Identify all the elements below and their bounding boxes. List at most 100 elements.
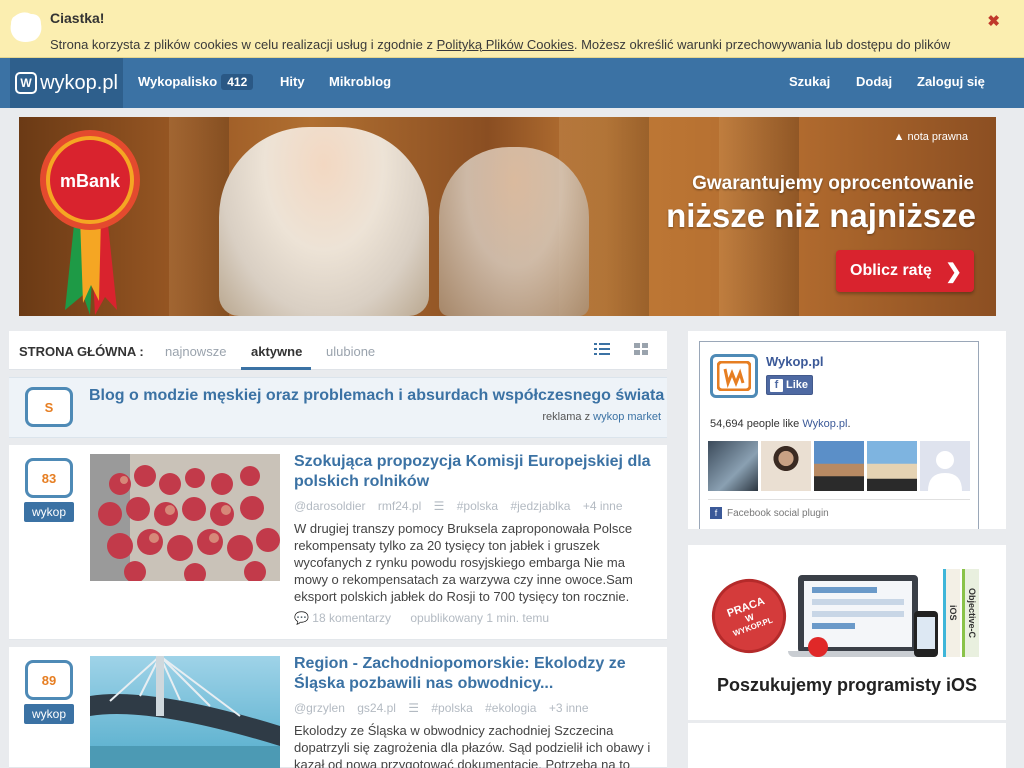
entry-source-link[interactable]: gs24.pl: [357, 701, 396, 715]
logo-text: wykop.pl: [40, 71, 118, 94]
cookie-title: Ciastka!: [50, 10, 105, 26]
default-avatar-icon: [928, 451, 962, 491]
wykop-vote-button[interactable]: wykop: [24, 704, 74, 724]
job-stamp: PRACA W WYKOP.PL: [701, 568, 797, 664]
grid-view-icon[interactable]: [633, 342, 649, 356]
facebook-like-button[interactable]: f Like: [766, 375, 813, 395]
listing-tabs: STRONA GŁÓWNA : najnowsze aktywne ulubio…: [9, 331, 667, 370]
entry-tag-link[interactable]: #polska: [457, 499, 498, 513]
tag-icon: ☰: [433, 499, 445, 513]
entry-published: opublikowany 1 min. temu: [410, 611, 550, 625]
cookie-text-before: Strona korzysta z plików cookies w celu …: [50, 37, 437, 52]
nav-mikroblog[interactable]: Mikroblog: [329, 74, 391, 89]
facebook-plugin-footer: f Facebook social plugin: [710, 507, 829, 519]
entry-more-tags[interactable]: +4 inne: [583, 499, 623, 513]
cookie-policy-link[interactable]: Polityką Plików Cookies: [437, 37, 574, 52]
banner-subheadline: niższe niż najniższe: [666, 197, 976, 234]
facebook-friend-avatar[interactable]: [708, 441, 758, 491]
nav-wykopalisko[interactable]: Wykopalisko 412: [138, 74, 254, 90]
ad-source: reklama z wykop market: [542, 411, 661, 423]
nav-add[interactable]: Dodaj: [856, 74, 892, 89]
facebook-like-count: 54,694 people like Wykop.pl.: [710, 418, 851, 430]
objective-c-book: Objective-C: [962, 569, 979, 657]
wykop-vote-button[interactable]: wykop: [24, 502, 74, 522]
facebook-like-box: Wykop.pl f Like 54,694 people like Wykop.…: [688, 331, 1006, 529]
nav-wykopalisko-label: Wykopalisko: [138, 74, 218, 89]
entry-title-link[interactable]: Region - Zachodniopomorskie: Ekolodzy ze…: [294, 654, 654, 694]
facebook-like-label: Like: [786, 379, 809, 391]
promoted-entry: S Blog o modzie męskiej oraz problemach …: [9, 377, 667, 438]
entry-meta: @darosoldier rmf24.pl ☰ #polska #jedzjab…: [294, 499, 632, 513]
tab-favourites[interactable]: ulubione: [326, 344, 375, 359]
wykop-logo-icon: [717, 361, 751, 391]
wykop-logo[interactable]: W wykop.pl: [10, 58, 123, 108]
facebook-like-box-inner: Wykop.pl f Like 54,694 people like Wykop.…: [699, 341, 979, 529]
facebook-friend-avatar[interactable]: [920, 441, 970, 491]
plugin-label: Facebook social plugin: [727, 507, 829, 519]
facebook-friend-avatar[interactable]: [867, 441, 917, 491]
legal-note-label: nota prawna: [907, 131, 968, 143]
entry-footer: 💬 18 komentarzy opublikowany 1 min. temu: [294, 611, 549, 625]
entry-comments-link[interactable]: 18 komentarzy: [312, 611, 391, 625]
facebook-page-link[interactable]: Wykop.pl: [802, 418, 847, 430]
nav-search[interactable]: Szukaj: [789, 74, 830, 89]
facebook-page-name[interactable]: Wykop.pl: [766, 354, 824, 369]
list-view-icon[interactable]: [594, 342, 610, 356]
mbank-banner-ad[interactable]: mBank ▲ nota prawna Gwarantujemy oprocen…: [19, 117, 996, 316]
top-navigation: W wykop.pl Wykopalisko 412 Hity Mikroblog…: [0, 58, 1024, 108]
comments-icon: 💬: [294, 611, 309, 625]
entry-tag-link[interactable]: #jedzjablka: [510, 499, 570, 513]
ad-prefix: reklama z: [542, 411, 594, 423]
vote-counter: 89: [25, 660, 73, 700]
entry-more-tags[interactable]: +3 inne: [549, 701, 589, 715]
section-label: STRONA GŁÓWNA :: [19, 344, 144, 359]
entry-title-link[interactable]: Szokująca propozycja Komisji Europejskie…: [294, 452, 654, 492]
facebook-icon: f: [770, 378, 783, 392]
tab-newest[interactable]: najnowsze: [165, 344, 226, 359]
tab-active[interactable]: aktywne: [251, 344, 302, 359]
facebook-friend-avatar[interactable]: [814, 441, 864, 491]
wykop-market-link[interactable]: wykop market: [593, 411, 661, 423]
calculate-rate-button[interactable]: Oblicz ratę ❯: [836, 250, 974, 292]
list-item: 83 wykop Szokująca propozycja Komisji Eu…: [9, 445, 667, 640]
like-count-suffix: .: [847, 418, 851, 430]
nav-login[interactable]: Zaloguj się: [917, 74, 985, 89]
entry-description: W drugiej transzy pomocy Bruksela zaprop…: [294, 521, 633, 604]
nav-count-badge: 412: [221, 74, 254, 90]
promoted-title-link[interactable]: Blog o modzie męskiej oraz problemach i …: [89, 387, 664, 405]
tag-icon: ☰: [408, 701, 420, 715]
divider: [708, 499, 970, 500]
chevron-right-icon: ❯: [945, 261, 962, 283]
like-count-text: 54,694 people like: [710, 418, 803, 430]
cookie-text-after: . Możesz określić warunki przechowywania…: [573, 37, 951, 52]
facebook-faces: [708, 441, 970, 491]
entry-thumbnail[interactable]: [90, 454, 280, 581]
entry-author-link[interactable]: @darosoldier: [294, 499, 366, 513]
facebook-friend-avatar[interactable]: [761, 441, 811, 491]
entry-source-link[interactable]: rmf24.pl: [378, 499, 421, 513]
wykop-logo-icon: W: [15, 72, 38, 94]
ios-ad-caption: Poszukujemy programisty iOS: [716, 675, 978, 695]
vote-counter: 83: [25, 458, 73, 498]
ios-book: iOS: [943, 569, 960, 657]
list-item: 89 wykop Region - Zachodniopomorskie: Ek…: [9, 647, 667, 768]
nav-hity[interactable]: Hity: [280, 74, 305, 89]
mbank-logo-text: mBank: [60, 171, 121, 191]
mbank-logo: mBank: [40, 130, 140, 315]
entry-author-link[interactable]: @grzylen: [294, 701, 345, 715]
close-icon[interactable]: ✖: [987, 12, 1000, 30]
legal-note-link[interactable]: ▲ nota prawna: [894, 131, 969, 143]
cta-label: Oblicz ratę: [850, 262, 932, 279]
entry-meta: @grzylen gs24.pl ☰ #polska #ekologia +3 …: [294, 701, 598, 715]
entry-description: Ekolodzy ze Śląska w obwodnicy zachodnie…: [294, 723, 651, 768]
banner-headline: Gwarantujemy oprocentowanie: [692, 173, 974, 194]
cookie-text: Strona korzysta z plików cookies w celu …: [50, 37, 950, 52]
entry-thumbnail[interactable]: [90, 656, 280, 768]
wykop-page-avatar[interactable]: [710, 354, 758, 398]
entry-tag-link[interactable]: #polska: [431, 701, 472, 715]
entry-tag-link[interactable]: #ekologia: [485, 701, 536, 715]
apple-icon: [808, 637, 828, 657]
ios-job-ad[interactable]: PRACA W WYKOP.PL iOS Objective-C Poszuku…: [688, 545, 1006, 720]
phone-illustration: [914, 611, 938, 657]
cookie-banner: Ciastka! Strona korzysta z plików cookie…: [0, 0, 1024, 58]
